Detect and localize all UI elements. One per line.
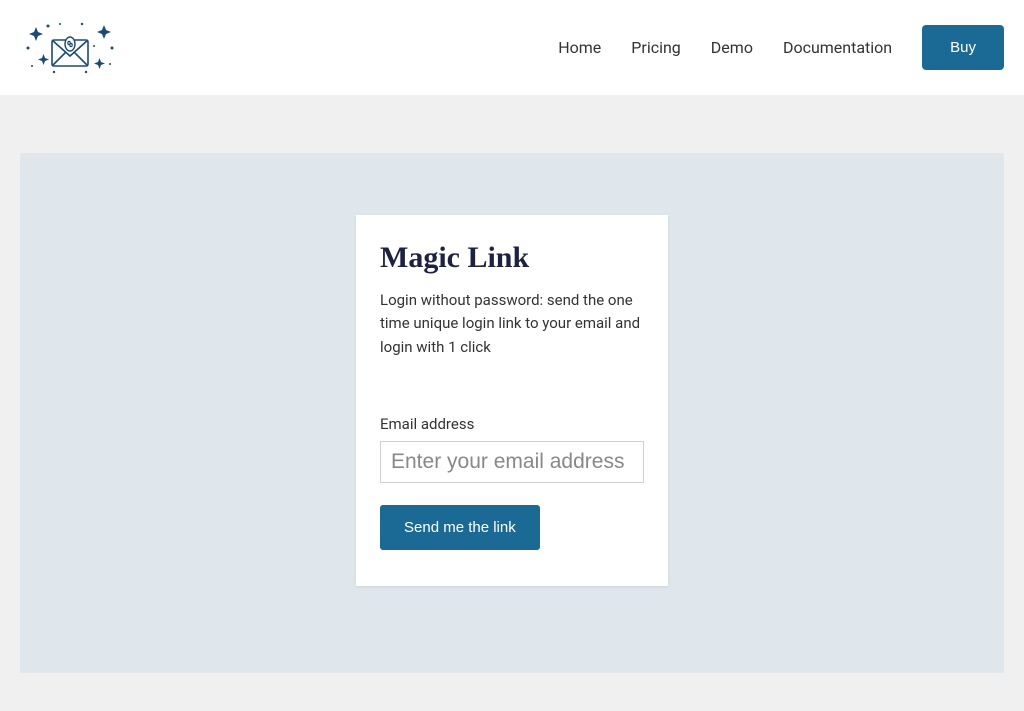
send-link-button[interactable]: Send me the link [380,505,540,550]
site-header: Home Pricing Demo Documentation Buy [0,0,1024,95]
nav-link-home[interactable]: Home [558,38,601,57]
logo[interactable] [20,18,120,78]
nav-link-demo[interactable]: Demo [711,38,753,57]
page-content: Magic Link Login without password: send … [0,95,1024,673]
buy-button[interactable]: Buy [922,25,1004,70]
card-description: Login without password: send the one tim… [380,289,644,359]
demo-panel: Magic Link Login without password: send … [20,153,1004,673]
nav-link-pricing[interactable]: Pricing [631,38,681,57]
email-input[interactable] [380,441,644,483]
magic-link-card: Magic Link Login without password: send … [356,215,668,586]
email-label: Email address [380,415,644,433]
main-nav: Home Pricing Demo Documentation Buy [558,25,1004,70]
card-title: Magic Link [380,241,644,275]
magic-envelope-icon [20,18,120,78]
nav-link-documentation[interactable]: Documentation [783,38,892,57]
